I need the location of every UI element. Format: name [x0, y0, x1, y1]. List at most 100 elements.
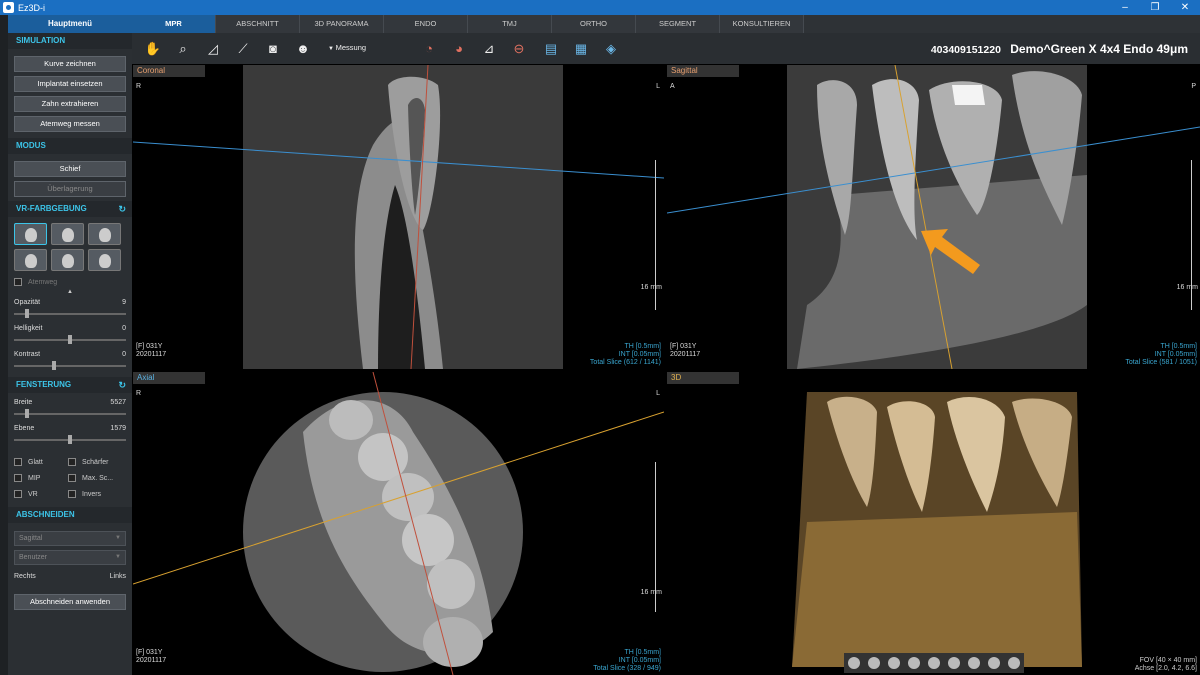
- tab-section[interactable]: ABSCHNITT: [216, 15, 300, 33]
- tab-segment[interactable]: SEGMENT: [636, 15, 720, 33]
- tab-tmj[interactable]: TMJ: [468, 15, 552, 33]
- clip-plane-dropdown[interactable]: Sagittal: [14, 531, 126, 546]
- section-modus: MODUS: [8, 138, 132, 154]
- view-left-icon[interactable]: [868, 657, 880, 669]
- axial-orient-right: L: [656, 390, 660, 397]
- view-top-icon[interactable]: [928, 657, 940, 669]
- sagittal-label: Sagittal: [667, 65, 739, 77]
- coronal-orient-left: R: [136, 83, 142, 90]
- tab-3d-panorama[interactable]: 3D PANORAMA: [300, 15, 384, 33]
- sagittal-patient-info: [F] 031Y 20201117: [670, 343, 701, 358]
- axial-slice-info: TH [0.5mm] INT [0.05mm] Total Slice (328…: [593, 649, 661, 672]
- view-reset-icon[interactable]: [1008, 657, 1020, 669]
- toolbar: ✋ ⌕ ◿ ⟋ ◙ ☻ Messung ◔ ◕ ⊿ ⊖ ▤ ▦ ◈ 403409…: [132, 33, 1200, 64]
- coronal-image: [133, 65, 664, 369]
- zoom-icon[interactable]: ⌕: [174, 40, 192, 57]
- vr-preset-bone[interactable]: [88, 223, 121, 245]
- polyline-icon[interactable]: ⟋: [234, 40, 252, 57]
- airway-checkbox[interactable]: Atemweg: [8, 275, 132, 289]
- tab-endo[interactable]: ENDO: [384, 15, 468, 33]
- tab-mpr[interactable]: MPR: [132, 15, 216, 33]
- coronal-label: Coronal: [133, 65, 205, 77]
- oblique-button[interactable]: Schief: [14, 161, 126, 177]
- vr-preset-mip[interactable]: [88, 249, 121, 271]
- 3d-fov-info: FOV [40 × 40 mm] Achse [2.0, 4.2, 6.6]: [1134, 657, 1197, 672]
- axial-patient-info: [F] 031Y 20201117: [136, 649, 167, 664]
- tab-ortho[interactable]: ORTHO: [552, 15, 636, 33]
- view-side-icon[interactable]: [988, 657, 1000, 669]
- annotation-icon[interactable]: ☻: [294, 40, 312, 57]
- level-slider[interactable]: Ebene 1579: [8, 423, 132, 449]
- sagittal-orient-right: P: [1191, 83, 1196, 90]
- vr-preset-grid: [14, 223, 126, 271]
- vr-preset-skin[interactable]: [14, 223, 47, 245]
- gauge-wide-icon[interactable]: ◕: [450, 40, 468, 57]
- view-right-icon[interactable]: [848, 657, 860, 669]
- gauge-icon[interactable]: ◔: [420, 40, 438, 57]
- vr-checkbox[interactable]: VR: [8, 487, 62, 501]
- collapse-up-icon[interactable]: ▲: [8, 289, 132, 297]
- measure-airway-button[interactable]: Atemweg messen: [14, 116, 126, 132]
- smooth-checkbox[interactable]: Glatt: [8, 455, 62, 469]
- sagittal-scale-label: 16 mm: [1176, 284, 1198, 291]
- clip-user-dropdown[interactable]: Benutzer: [14, 550, 126, 565]
- patient-name: Demo^Green X 4x4 Endo 49μm: [1010, 42, 1188, 56]
- brightness-slider[interactable]: Helligkeit 0: [8, 323, 132, 349]
- restore-button[interactable]: ❐: [1140, 0, 1170, 15]
- sagittal-viewport[interactable]: Sagittal A P 16 mm [F] 031Y 20201117 TH …: [667, 65, 1200, 369]
- window-title: Ez3D-i: [18, 2, 46, 13]
- opacity-slider[interactable]: Opazität 9: [8, 297, 132, 323]
- width-slider[interactable]: Breite 5527: [8, 397, 132, 423]
- apply-clipping-button[interactable]: Abschneiden anwenden: [14, 594, 126, 610]
- clip-right-label[interactable]: Rechts: [14, 573, 36, 580]
- view-oblique-icon[interactable]: [968, 657, 980, 669]
- minimize-button[interactable]: –: [1110, 0, 1140, 15]
- sharpen-checkbox[interactable]: Schärfer: [62, 455, 122, 469]
- draw-curve-button[interactable]: Kurve zeichnen: [14, 56, 126, 72]
- axial-viewport[interactable]: Axial R L 16 mm [F] 031Y 20201117 TH [0.…: [133, 372, 664, 675]
- tab-consult[interactable]: KONSULTIEREN: [720, 15, 804, 33]
- layout-icon[interactable]: ▤: [542, 40, 560, 57]
- vr-preset-skull[interactable]: [51, 223, 84, 245]
- refresh-icon[interactable]: ↻: [118, 377, 126, 393]
- 3d-viewport[interactable]: 3D FOV [40 × 40 mm] Achse [2.0, 4.2, 6.6…: [667, 372, 1200, 675]
- coronal-patient-info: [F] 031Y 20201117: [136, 343, 167, 358]
- app-icon: [3, 2, 14, 13]
- overlay-button[interactable]: Überlagerung: [14, 181, 126, 197]
- max-scan-checkbox[interactable]: Max. Sc...: [62, 471, 122, 485]
- pan-hand-icon[interactable]: ✋: [144, 40, 162, 57]
- axial-scale-label: 16 mm: [640, 589, 662, 596]
- extract-tooth-button[interactable]: Zahn extrahieren: [14, 96, 126, 112]
- sidebar-collapse-strip[interactable]: [0, 15, 8, 675]
- grid-layout-icon[interactable]: ▦: [572, 40, 590, 57]
- section-simulation: SIMULATION: [8, 33, 132, 49]
- target-icon[interactable]: ⊖: [510, 40, 528, 57]
- measurement-dropdown[interactable]: Messung: [328, 43, 366, 52]
- title-bar: Ez3D-i – ❐ ✕: [0, 0, 1200, 15]
- cube-icon[interactable]: ◈: [602, 40, 620, 57]
- view-front-icon[interactable]: [888, 657, 900, 669]
- view-bottom-icon[interactable]: [948, 657, 960, 669]
- place-implant-button[interactable]: Implantat einsetzen: [14, 76, 126, 92]
- coronal-viewport[interactable]: Coronal R L 16 mm [F] 031Y 20201117 TH […: [133, 65, 664, 369]
- coronal-scale-label: 16 mm: [640, 284, 662, 291]
- main-menu-button[interactable]: Hauptmenü: [8, 15, 132, 33]
- refresh-icon[interactable]: ↻: [118, 201, 126, 217]
- sidebar: Hauptmenü SIMULATION Kurve zeichnen Impl…: [0, 15, 132, 675]
- angle-icon[interactable]: ◿: [204, 40, 222, 57]
- camera-icon[interactable]: ◙: [264, 40, 282, 57]
- view-back-icon[interactable]: [908, 657, 920, 669]
- clip-direction: Rechts Links: [8, 569, 132, 584]
- clip-left-label[interactable]: Links: [110, 573, 126, 580]
- invert-checkbox[interactable]: Invers: [62, 487, 122, 501]
- mip-checkbox[interactable]: MIP: [8, 471, 62, 485]
- 3d-orientation-toolbar: [844, 653, 1024, 673]
- section-vr-coloring: VR-FARBGEBUNG ↻: [8, 201, 132, 217]
- coronal-orient-right: L: [656, 83, 660, 90]
- windowing-title: FENSTERUNG: [16, 380, 72, 389]
- vr-preset-teeth[interactable]: [51, 249, 84, 271]
- contrast-slider[interactable]: Kontrast 0: [8, 349, 132, 375]
- ruler-angle-icon[interactable]: ⊿: [480, 40, 498, 57]
- close-button[interactable]: ✕: [1170, 0, 1200, 15]
- vr-preset-face[interactable]: [14, 249, 47, 271]
